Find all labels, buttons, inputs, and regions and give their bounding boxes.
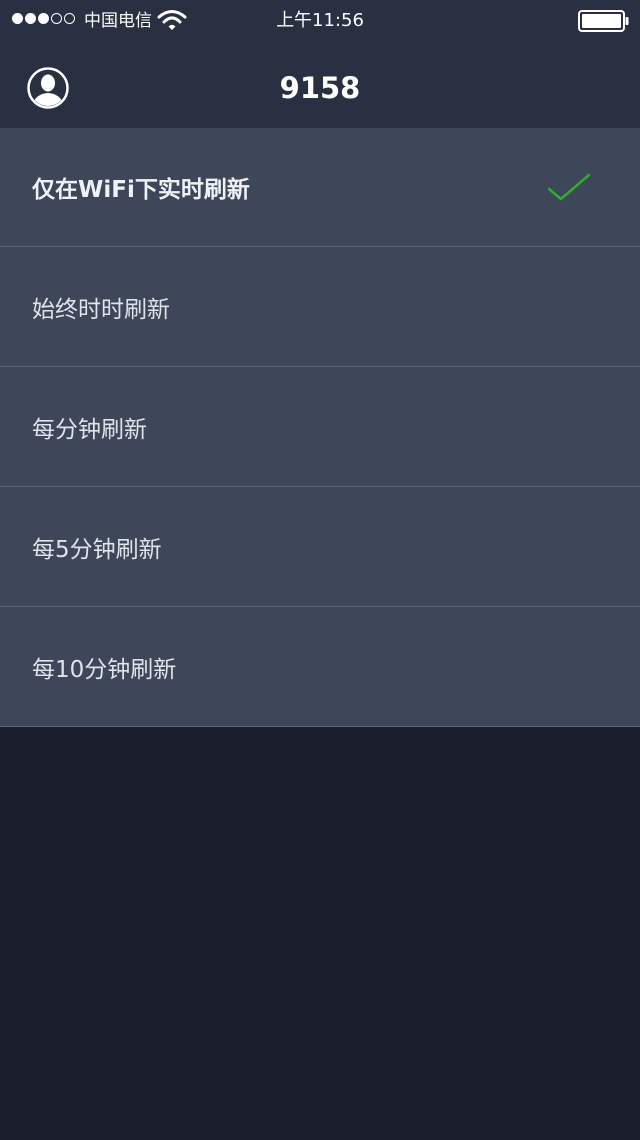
option-row-every-5-minutes[interactable]: 每5分钟刷新 bbox=[0, 487, 640, 607]
refresh-options-list: 仅在WiFi下实时刷新 始终时时刷新 每分钟刷新 每5分钟刷新 每10分钟刷新 bbox=[0, 128, 640, 727]
option-label: 仅在WiFi下实时刷新 bbox=[32, 177, 250, 203]
option-label: 每分钟刷新 bbox=[32, 416, 147, 443]
option-label: 始终时时刷新 bbox=[32, 296, 170, 323]
option-row-wifi-only[interactable]: 仅在WiFi下实时刷新 bbox=[0, 128, 640, 247]
battery-full-icon bbox=[578, 10, 629, 32]
status-bar: 中国电信 上午11:56 bbox=[0, 0, 640, 42]
status-time: 上午11:56 bbox=[276, 10, 364, 31]
navigation-bar: 9158 bbox=[0, 42, 640, 128]
user-avatar-icon[interactable] bbox=[27, 67, 69, 109]
checkmark-icon bbox=[548, 173, 590, 201]
page-title: 9158 bbox=[279, 71, 361, 105]
option-label: 每10分钟刷新 bbox=[32, 656, 177, 683]
option-row-every-minute[interactable]: 每分钟刷新 bbox=[0, 367, 640, 487]
option-row-every-10-minutes[interactable]: 每10分钟刷新 bbox=[0, 607, 640, 727]
option-row-always[interactable]: 始终时时刷新 bbox=[0, 247, 640, 367]
option-label: 每5分钟刷新 bbox=[32, 536, 162, 563]
